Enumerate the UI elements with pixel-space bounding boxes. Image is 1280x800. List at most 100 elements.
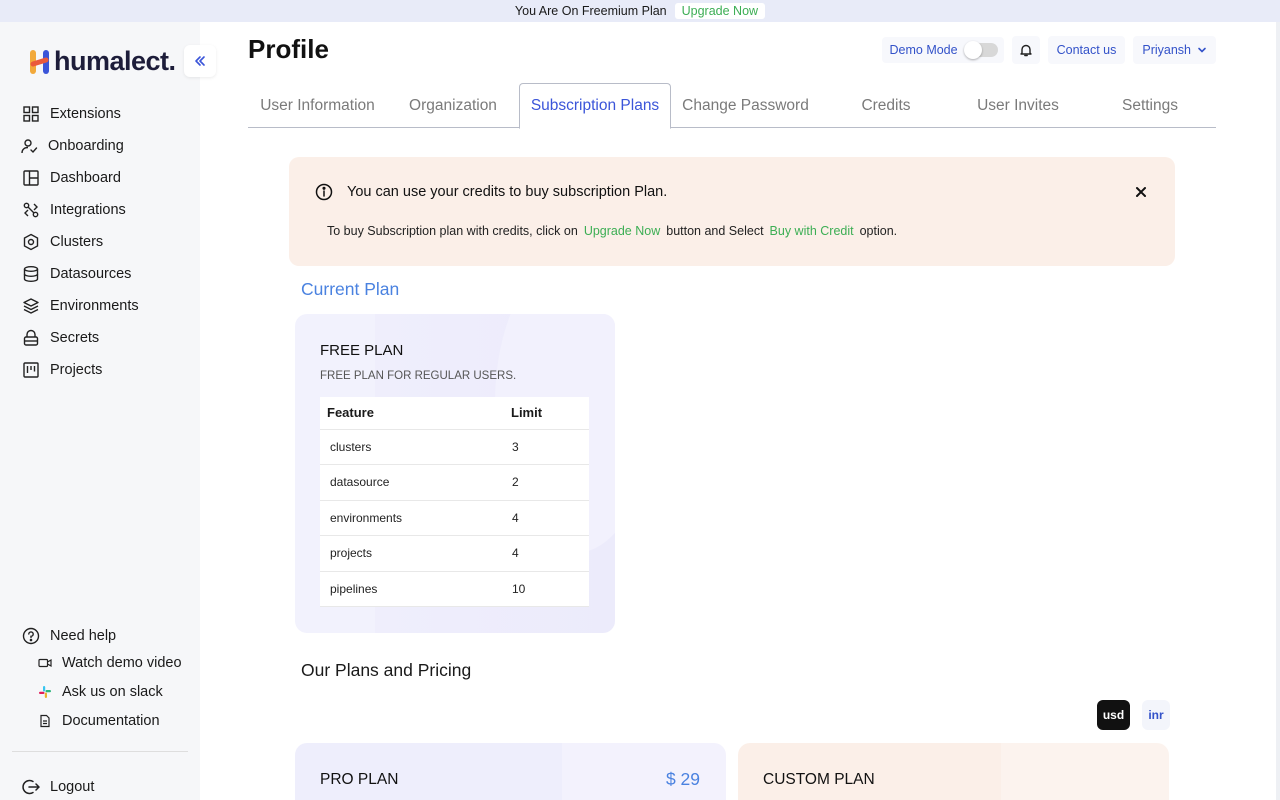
- sidebar-item-label: Environments: [50, 298, 139, 314]
- help-section: Need help Watch demo video Ask us on sla…: [22, 626, 192, 735]
- sidebar-item-label: Clusters: [50, 234, 104, 250]
- tab-change-password[interactable]: Change Password: [671, 83, 820, 128]
- plan-banner: You Are On Freemium Plan Upgrade Now: [0, 0, 1280, 22]
- current-plan-card: FREE PLAN FREE PLAN FOR REGULAR USERS. F…: [295, 314, 615, 633]
- alert-detail-prefix: To buy Subscription plan with credits, c…: [327, 224, 578, 238]
- sidebar-item-label: Datasources: [50, 266, 132, 282]
- plan-banner-text: You Are On Freemium Plan: [514, 4, 667, 18]
- plan-limits-table: Feature Limit clusters 3 datasource 2 en…: [320, 397, 589, 607]
- info-icon: [315, 183, 333, 201]
- column-header-limit: Limit: [509, 397, 589, 430]
- feature-cell: projects: [320, 535, 509, 572]
- alert-message-row: You can use your credits to buy subscrip…: [315, 183, 667, 201]
- sidebar-item-extensions[interactable]: Extensions: [22, 98, 192, 130]
- collapse-sidebar-button[interactable]: [184, 45, 216, 77]
- alert-detail-mid: button and Select: [666, 224, 764, 238]
- table-row: pipelines 10: [320, 571, 589, 607]
- logout-button[interactable]: Logout: [22, 778, 94, 796]
- user-name: Priyansh: [1142, 43, 1191, 57]
- user-menu[interactable]: Priyansh: [1133, 36, 1216, 64]
- logout-icon: [22, 779, 40, 795]
- logo-text: humalect.: [54, 46, 176, 76]
- alert-buy-with-credit-link[interactable]: Buy with Credit: [770, 224, 854, 238]
- custom-plan-card[interactable]: CUSTOM PLAN: [738, 743, 1169, 800]
- column-header-feature: Feature: [320, 397, 509, 430]
- upgrade-now-button[interactable]: Upgrade Now: [674, 3, 766, 19]
- sidebar-item-label: Onboarding: [48, 138, 124, 154]
- tab-credits[interactable]: Credits: [820, 83, 952, 128]
- sidebar-item-label: Secrets: [50, 330, 100, 346]
- need-help-heading: Need help: [22, 626, 192, 646]
- logout-label: Logout: [50, 779, 95, 795]
- limit-cell: 4: [509, 500, 589, 536]
- sidebar-item-environments[interactable]: Environments: [22, 290, 192, 322]
- pro-plan-card[interactable]: PRO PLAN $ 29: [295, 743, 726, 800]
- tab-organization[interactable]: Organization: [387, 83, 519, 128]
- demo-mode-label: Demo Mode: [889, 43, 958, 57]
- plan-name: CUSTOM PLAN: [763, 771, 875, 788]
- document-icon: [40, 714, 50, 727]
- header-actions: Demo Mode Contact us Priyansh: [881, 36, 1216, 64]
- sidebar-item-label: Dashboard: [50, 170, 121, 186]
- lock-icon: [23, 329, 39, 346]
- sidebar-item-secrets[interactable]: Secrets: [22, 322, 192, 354]
- sidebar-item-label: Extensions: [50, 106, 121, 122]
- limit-cell: 4: [509, 535, 589, 572]
- alert-upgrade-now-link[interactable]: Upgrade Now: [584, 224, 660, 238]
- alert-detail-suffix: option.: [859, 224, 898, 238]
- tab-user-information[interactable]: User Information: [248, 83, 387, 128]
- help-circle-icon: [22, 627, 40, 645]
- sidebar-item-label: Integrations: [50, 202, 126, 218]
- slack-icon: [39, 685, 51, 698]
- integrations-icon: [23, 202, 39, 218]
- sidebar-item-label: Projects: [50, 362, 103, 378]
- sidebar-divider: [12, 751, 188, 752]
- need-help-label: Need help: [50, 628, 117, 644]
- grid-icon: [23, 106, 39, 122]
- feature-cell: datasource: [320, 464, 509, 501]
- contact-us-button[interactable]: Contact us: [1047, 36, 1126, 64]
- sidebar: humalect. Extensions Onboarding Dashboar…: [0, 22, 216, 800]
- logo[interactable]: humalect.: [28, 46, 176, 77]
- video-icon: [38, 658, 52, 667]
- plan-price: $ 29: [665, 769, 700, 789]
- notifications-button[interactable]: [1011, 36, 1040, 64]
- sidebar-item-integrations[interactable]: Integrations: [22, 194, 192, 226]
- current-plan-heading: Current Plan: [301, 279, 400, 299]
- bell-icon: [1019, 44, 1032, 57]
- tab-settings[interactable]: Settings: [1084, 83, 1216, 128]
- scrollbar-track[interactable]: [1276, 22, 1280, 800]
- chevrons-left-icon: [195, 56, 205, 66]
- cluster-icon: [23, 233, 39, 251]
- logo-mark-icon: [28, 48, 52, 76]
- help-link-label: Ask us on slack: [62, 683, 163, 700]
- sidebar-item-datasources[interactable]: Datasources: [22, 258, 192, 290]
- help-link-label: Watch demo video: [62, 654, 182, 671]
- alert-message: You can use your credits to buy subscrip…: [347, 184, 668, 200]
- watch-demo-video-link[interactable]: Watch demo video: [22, 648, 192, 677]
- page-title: Profile: [248, 34, 329, 64]
- limit-cell: 3: [509, 429, 589, 465]
- close-icon[interactable]: [1133, 184, 1149, 200]
- user-check-icon: [21, 139, 38, 154]
- currency-inr-button[interactable]: inr: [1142, 700, 1170, 730]
- database-icon: [23, 266, 39, 283]
- dashboard-icon: [23, 170, 39, 186]
- documentation-link[interactable]: Documentation: [22, 706, 192, 735]
- tab-user-invites[interactable]: User Invites: [952, 83, 1084, 128]
- table-header-row: Feature Limit: [320, 397, 589, 430]
- table-row: datasource 2: [320, 464, 589, 501]
- demo-mode-toggle[interactable]: [963, 41, 998, 59]
- credits-info-alert: You can use your credits to buy subscrip…: [289, 157, 1175, 266]
- currency-usd-button[interactable]: usd: [1097, 700, 1130, 730]
- sidebar-item-dashboard[interactable]: Dashboard: [22, 162, 192, 194]
- sidebar-item-projects[interactable]: Projects: [22, 354, 192, 386]
- table-row: projects 4: [320, 535, 589, 572]
- chevron-down-icon: [1198, 47, 1206, 53]
- ask-us-on-slack-link[interactable]: Ask us on slack: [22, 677, 192, 706]
- sidebar-item-clusters[interactable]: Clusters: [22, 226, 192, 258]
- sidebar-item-onboarding[interactable]: Onboarding: [20, 130, 192, 162]
- table-row: clusters 3: [320, 429, 589, 465]
- feature-cell: environments: [320, 500, 509, 536]
- tab-subscription-plans[interactable]: Subscription Plans: [519, 83, 671, 129]
